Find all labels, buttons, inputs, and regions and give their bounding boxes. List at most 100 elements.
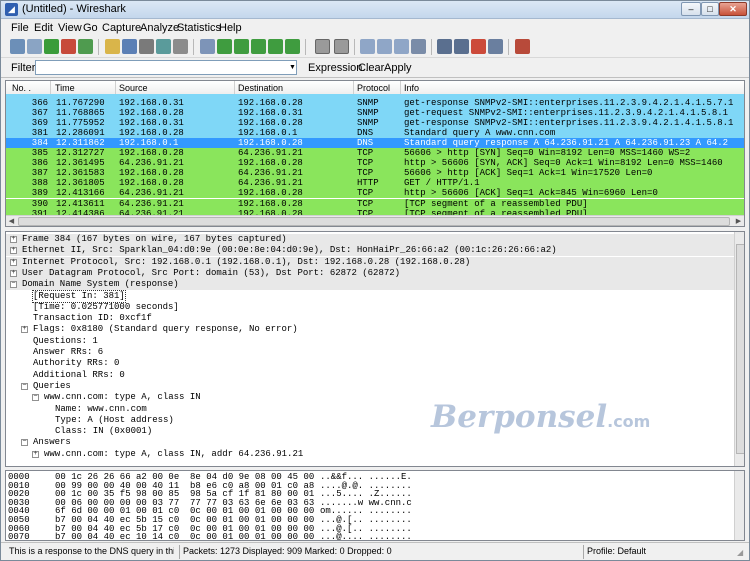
detail-row[interactable]: + Flags: 0x8180 (Standard query response,… xyxy=(6,324,734,335)
reload-icon[interactable] xyxy=(156,39,171,54)
restart-capture-icon[interactable] xyxy=(78,39,93,54)
collapse-icon[interactable]: − xyxy=(21,439,28,447)
expand-icon[interactable]: + xyxy=(21,326,28,334)
interfaces-icon[interactable] xyxy=(10,39,25,54)
packet-row[interactable]: 390 12.413611 64.236.91.21 192.168.0.28 TCP [… xyxy=(6,198,744,209)
packet-row[interactable]: 369 11.775952 192.168.0.31 192.168.0.28 SNMP… xyxy=(6,118,744,129)
packet-details-pane[interactable]: + Frame 384 (167 bytes on wire, 167 bytes… xyxy=(5,231,745,467)
packet-row[interactable]: 389 12.413166 64.236.91.21 192.168.0.28 TCP h… xyxy=(6,188,744,199)
menu-help[interactable]: Help xyxy=(219,22,242,34)
zoom-out-icon[interactable] xyxy=(377,39,392,54)
detail-row[interactable]: − Queries xyxy=(6,381,734,392)
collapse-icon[interactable]: − xyxy=(32,394,39,402)
detail-row[interactable]: Transaction ID: 0xcf1f xyxy=(6,313,734,324)
expand-icon[interactable]: + xyxy=(10,258,17,266)
menu-go[interactable]: Go xyxy=(83,22,98,34)
preferences-icon[interactable] xyxy=(488,39,503,54)
detail-row[interactable]: − Domain Name System (response) xyxy=(6,279,734,291)
packet-row[interactable]: 387 12.361583 192.168.0.28 64.236.91.21 TCP 5… xyxy=(6,168,744,179)
status-profile[interactable]: Profile: Default xyxy=(587,546,646,556)
stop-capture-icon[interactable] xyxy=(61,39,76,54)
column-header-source[interactable]: Source xyxy=(119,83,148,93)
clear-button[interactable]: Clear xyxy=(358,62,384,74)
collapse-icon[interactable]: − xyxy=(10,281,17,289)
go-forward-icon[interactable] xyxy=(234,39,249,54)
packet-bytes-pane[interactable]: 0000 00 1c 26 26 66 a2 00 0e 8e 04 d0 9e … xyxy=(5,470,745,541)
detail-row[interactable]: [Time: 0.025771000 seconds] xyxy=(6,302,734,313)
go-to-packet-icon[interactable] xyxy=(251,39,266,54)
detail-row-partial[interactable] xyxy=(6,460,734,464)
detail-row[interactable]: + Ethernet II, Src: Sparklan_04:d0:9e (00… xyxy=(6,245,734,257)
save-file-icon[interactable] xyxy=(122,39,137,54)
capture-filters-icon[interactable] xyxy=(437,39,452,54)
packet-cell-proto: SNMP xyxy=(357,108,379,119)
column-header-protocol[interactable]: Protocol xyxy=(357,83,390,93)
detail-row[interactable]: [Request In: 381] xyxy=(6,289,734,303)
packet-row[interactable]: 384 12.311862 192.168.0.1 192.168.0.28 DNS St… xyxy=(6,138,744,149)
coloring-rules-icon[interactable] xyxy=(471,39,486,54)
menu-view[interactable]: View xyxy=(58,22,82,34)
normal-size-icon[interactable] xyxy=(394,39,409,54)
packet-row[interactable]: 367 11.768865 192.168.0.28 192.168.0.31 SNMP… xyxy=(6,108,744,119)
go-back-icon[interactable] xyxy=(217,39,232,54)
detail-row[interactable]: Authority RRs: 0 xyxy=(6,358,734,369)
go-last-packet-icon[interactable] xyxy=(285,39,300,54)
packet-row[interactable]: 386 12.361495 64.236.91.21 192.168.0.28 TCP h… xyxy=(6,158,744,169)
print-icon[interactable] xyxy=(173,39,188,54)
detail-row[interactable]: + Internet Protocol, Src: 192.168.0.1 (19… xyxy=(6,256,734,268)
resize-columns-icon[interactable] xyxy=(411,39,426,54)
scroll-right-icon[interactable]: ▶ xyxy=(733,216,744,226)
vertical-scrollbar[interactable] xyxy=(734,471,744,540)
zoom-in-icon[interactable] xyxy=(360,39,375,54)
menu-edit[interactable]: Edit xyxy=(34,22,53,34)
expand-icon[interactable]: + xyxy=(32,450,39,458)
capture-options-icon[interactable] xyxy=(27,39,42,54)
detail-row[interactable]: Additional RRs: 0 xyxy=(6,370,734,381)
column-header-info[interactable]: Info xyxy=(404,83,419,93)
packet-row[interactable]: 366 11.767290 192.168.0.31 192.168.0.28 SNMP… xyxy=(6,98,744,108)
apply-button[interactable]: Apply xyxy=(384,62,412,74)
go-first-packet-icon[interactable] xyxy=(268,39,283,54)
collapse-icon[interactable]: − xyxy=(21,382,28,390)
maximize-button[interactable]: □ xyxy=(701,2,719,16)
display-filter-input[interactable] xyxy=(35,60,297,75)
column-header-destination[interactable]: Destination xyxy=(238,83,283,93)
close-file-icon[interactable] xyxy=(139,39,154,54)
detail-row[interactable]: + User Datagram Protocol, Src Port: domai… xyxy=(6,267,734,279)
colorize-icon[interactable] xyxy=(315,39,330,54)
detail-row[interactable]: − Answers xyxy=(6,437,734,448)
vertical-scrollbar[interactable] xyxy=(734,232,744,466)
bytes-row[interactable]: 0070 b7 00 04 40 ec 10 14 c0 0c 00 01 00 … xyxy=(6,532,734,540)
scrollbar-thumb[interactable] xyxy=(736,244,744,454)
help-icon[interactable] xyxy=(515,39,530,54)
packet-row[interactable]: 381 12.286091 192.168.0.28 192.168.0.1 DNS St… xyxy=(6,128,744,139)
detail-row[interactable]: + Frame 384 (167 bytes on wire, 167 bytes… xyxy=(6,234,734,245)
start-capture-icon[interactable] xyxy=(44,39,59,54)
menu-analyze[interactable]: Analyze xyxy=(140,22,179,34)
chevron-down-icon[interactable]: ▼ xyxy=(288,61,297,74)
expand-icon[interactable]: + xyxy=(10,236,17,243)
open-file-icon[interactable] xyxy=(105,39,120,54)
find-packet-icon[interactable] xyxy=(200,39,215,54)
detail-row[interactable]: Answer RRs: 6 xyxy=(6,347,734,358)
resize-grip-icon[interactable]: ◢ xyxy=(737,548,747,558)
close-button[interactable]: ✕ xyxy=(719,2,747,16)
minimize-button[interactable]: – xyxy=(681,2,701,16)
detail-row[interactable]: Questions: 1 xyxy=(6,336,734,347)
expand-icon[interactable]: + xyxy=(10,269,17,277)
scrollbar-thumb[interactable] xyxy=(18,217,730,226)
display-filters-icon[interactable] xyxy=(454,39,469,54)
auto-scroll-icon[interactable] xyxy=(334,39,349,54)
scroll-left-icon[interactable]: ◀ xyxy=(6,216,17,226)
menu-statistics[interactable]: Statistics xyxy=(177,22,221,34)
menu-file[interactable]: File xyxy=(11,22,29,34)
expand-icon[interactable]: + xyxy=(10,247,17,255)
packet-row[interactable]: 385 12.312727 192.168.0.28 64.236.91.21 TCP 5… xyxy=(6,148,744,159)
packet-list-pane[interactable]: No. . Time Source Destination Protocol I… xyxy=(5,80,745,227)
detail-row[interactable]: + www.cnn.com: type A, class IN, addr 64.… xyxy=(6,449,734,460)
column-header-time[interactable]: Time xyxy=(55,83,75,93)
column-header-no[interactable]: No. . xyxy=(12,83,31,93)
packet-row[interactable]: 388 12.361805 192.168.0.28 64.236.91.21 HTTP… xyxy=(6,178,744,189)
horizontal-scrollbar[interactable]: ◀ ▶ xyxy=(6,215,744,226)
menu-capture[interactable]: Capture xyxy=(102,22,141,34)
